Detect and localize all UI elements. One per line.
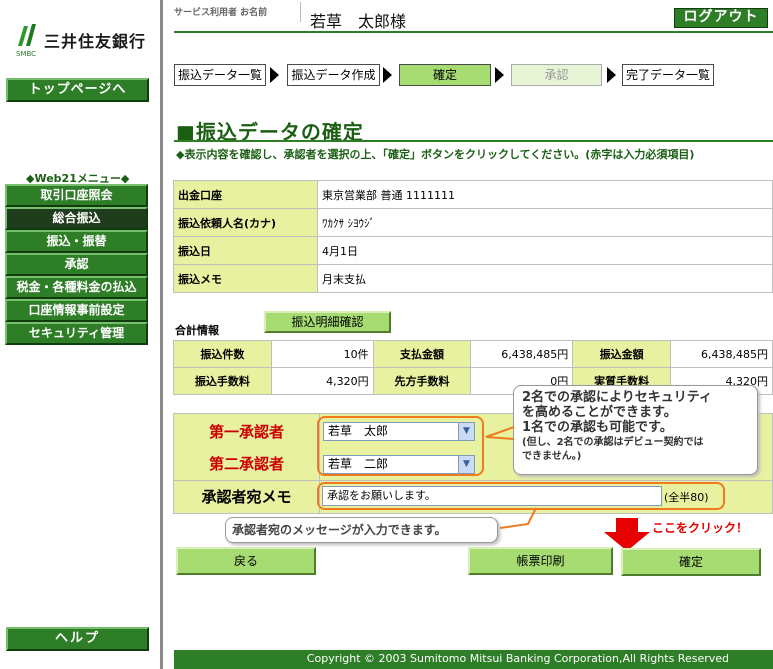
step-approve: 承認 [511, 64, 602, 86]
table-row: 振込メモ 月末支払 [173, 264, 773, 293]
callout-text: を高めることができます。 [522, 405, 677, 420]
instructions: ◆表示内容を確認し、承認者を選択の上、「確定」ボタンをクリックしてください。(赤… [176, 148, 695, 161]
sidebar-divider [160, 0, 163, 669]
menu-item-account-inquiry[interactable]: 取引口座照会 [5, 184, 148, 207]
table-row: 出金口座 東京営業部 普通 1111111 [173, 180, 773, 209]
label-payment-amount: 支払金額 [372, 340, 472, 368]
step-transfer-list: 振込データ一覧 [174, 64, 266, 86]
label-transfer-amount: 振込金額 [572, 340, 672, 368]
print-report-button[interactable]: 帳票印刷 [468, 547, 613, 575]
value-transfer-count: 10件 [270, 340, 374, 368]
transfer-detail-table: 出金口座 東京営業部 普通 1111111 振込依頼人名(カナ) ﾜｶｸｻ ｼﾖ… [173, 180, 773, 293]
memo-hint-callout: 承認者宛のメッセージが入力できます。 [225, 517, 498, 543]
header-divider [174, 31, 773, 33]
step-arrow-icon [607, 67, 616, 83]
label-transfer-date: 振込日 [173, 236, 318, 265]
help-button[interactable]: ヘルプ [6, 627, 149, 651]
approver-memo-label: 承認者宛メモ [201, 488, 292, 506]
label-withdrawal-account: 出金口座 [173, 180, 318, 209]
smbc-logo-icon [18, 24, 36, 46]
confirm-button[interactable]: 確定 [621, 548, 761, 576]
menu-item-security[interactable]: セキュリティ管理 [5, 322, 148, 345]
label-transfer-memo: 振込メモ [173, 264, 318, 293]
step-arrow-icon [383, 67, 392, 83]
callout-pointer-icon [485, 426, 515, 440]
logo-subtext: SMBC [16, 50, 37, 58]
value-transfer-memo: 月末支払 [317, 264, 773, 293]
step-create-data: 振込データ作成 [287, 64, 380, 86]
callout-text: 1名での承認も可能です。 [522, 420, 673, 435]
table-row: 振込日 4月1日 [173, 236, 773, 265]
step-arrow-icon [495, 67, 504, 83]
transfer-detail-check-button[interactable]: 振込明細確認 [264, 311, 391, 333]
value-payment-amount: 6,438,485円 [470, 340, 574, 368]
first-approver-label: 第一承認者 [208, 423, 284, 441]
value-transfer-date: 4月1日 [317, 236, 773, 265]
step-arrow-icon [270, 67, 279, 83]
smbc-logo: SMBC 三井住友銀行 [14, 22, 154, 62]
security-callout: 2名での承認によりセキュリティ を高めることができます。 1名での承認も可能です… [513, 385, 758, 475]
menu-item-bulk-transfer[interactable]: 総合振込 [5, 207, 148, 230]
user-name: 若草 太郎様 [310, 12, 407, 31]
label-recipient-fee: 先方手数料 [372, 367, 472, 395]
footer-copyright: Copyright © 2003 Sumitomo Mitsui Banking… [174, 650, 773, 669]
click-here-label: ここをクリック！ [652, 521, 749, 535]
label-requester-name: 振込依頼人名(カナ) [173, 208, 318, 237]
totals-section-label: 合計情報 [175, 324, 219, 337]
step-confirm: 確定 [399, 64, 491, 86]
approver-select-highlight [317, 416, 484, 476]
value-withdrawal-account: 東京営業部 普通 1111111 [317, 180, 773, 209]
top-page-button[interactable]: トップページへ [6, 78, 149, 102]
header-separator [300, 2, 301, 22]
step-completed-list: 完了データ一覧 [622, 64, 714, 86]
table-row: 振込件数 10件 支払金額 6,438,485円 振込金額 6,438,485円 [173, 340, 773, 368]
value-transfer-fee: 4,320円 [270, 367, 374, 395]
title-divider [174, 140, 773, 142]
callout-text: (但し、2名での承認はデビュー契約では [522, 437, 704, 448]
menu-item-approval[interactable]: 承認 [5, 253, 148, 276]
menu-item-account-presetting[interactable]: 口座情報事前設定 [5, 299, 148, 322]
callout-text: 2名での承認によりセキュリティ [522, 390, 713, 405]
callout-text: できません。) [522, 451, 582, 462]
second-approver-label: 第二承認者 [208, 455, 284, 473]
logout-button[interactable]: ログアウト [674, 8, 768, 28]
bank-name: 三井住友銀行 [44, 32, 147, 51]
back-button[interactable]: 戻る [176, 547, 316, 575]
menu-item-tax-payment[interactable]: 税金・各種料金の払込 [5, 276, 148, 299]
sidebar: SMBC 三井住友銀行 トップページへ ◆Web21メニュー◆ 取引口座照会 総… [0, 0, 160, 669]
label-transfer-count: 振込件数 [173, 340, 272, 368]
approver-divider [174, 480, 772, 481]
table-row: 振込依頼人名(カナ) ﾜｶｸｻ ｼﾖｳｼﾞ [173, 208, 773, 237]
user-label: サービス利用者 お名前 [174, 8, 268, 18]
value-transfer-amount: 6,438,485円 [670, 340, 773, 368]
web21-menu: 取引口座照会 総合振込 振込・振替 承認 税金・各種料金の払込 口座情報事前設定… [5, 184, 148, 345]
callout-pointer-icon [499, 507, 537, 529]
menu-item-transfer[interactable]: 振込・振替 [5, 230, 148, 253]
value-requester-name: ﾜｶｸｻ ｼﾖｳｼﾞ [317, 208, 773, 237]
label-transfer-fee: 振込手数料 [173, 367, 272, 395]
